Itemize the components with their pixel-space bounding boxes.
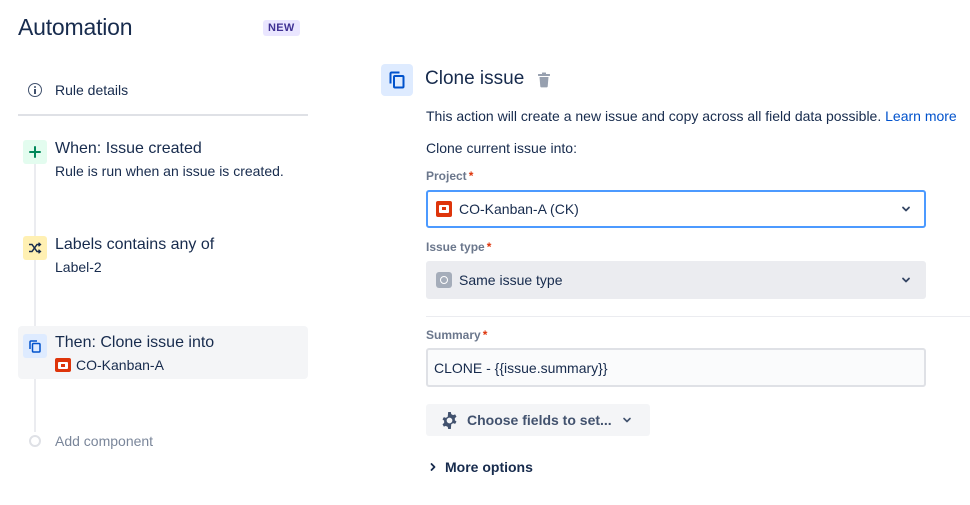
project-icon xyxy=(436,201,452,217)
new-badge: NEW xyxy=(263,20,300,36)
trash-icon[interactable] xyxy=(537,72,551,88)
app-title: Automation xyxy=(18,14,133,40)
project-icon xyxy=(55,357,71,372)
issue-type-label-text: Issue type xyxy=(426,240,485,254)
component-subtitle: Label-2 xyxy=(55,258,102,275)
chevron-down-icon xyxy=(902,277,910,283)
action-title: Clone issue xyxy=(425,68,525,89)
choose-fields-button[interactable]: Choose fields to set... xyxy=(426,404,650,436)
shuffle-icon xyxy=(23,236,47,260)
chevron-right-icon xyxy=(430,463,436,471)
clone-into-label: Clone current issue into: xyxy=(426,140,577,156)
component-condition[interactable]: Labels contains any of Label-2 xyxy=(18,228,308,288)
more-options-label: More options xyxy=(445,459,533,475)
choose-fields-label: Choose fields to set... xyxy=(467,412,612,428)
component-trigger[interactable]: When: Issue created Rule is run when an … xyxy=(18,132,308,192)
project-label: Project * xyxy=(426,169,473,183)
issue-type-select[interactable]: Same issue type xyxy=(426,261,926,299)
issue-type-select-value: Same issue type xyxy=(459,272,563,288)
plus-icon xyxy=(23,140,47,164)
required-marker: * xyxy=(468,169,474,183)
sidebar-divider xyxy=(18,114,308,116)
required-marker: * xyxy=(486,240,492,254)
component-title: Then: Clone issue into xyxy=(55,334,215,351)
component-title: Labels contains any of xyxy=(55,236,215,253)
circle-icon xyxy=(29,435,41,447)
clone-icon xyxy=(381,64,413,96)
chevron-down-icon xyxy=(902,206,910,212)
project-select[interactable]: CO-Kanban-A (CK) xyxy=(426,190,926,228)
add-component-button[interactable]: Add component xyxy=(18,430,308,452)
add-component-label: Add component xyxy=(55,433,154,449)
more-options-toggle[interactable]: More options xyxy=(428,459,533,475)
project-select-value: CO-Kanban-A (CK) xyxy=(459,201,579,217)
learn-more-link[interactable]: Learn more xyxy=(885,108,957,124)
gear-icon xyxy=(442,411,457,429)
component-title: When: Issue created xyxy=(55,140,202,157)
issue-type-label: Issue type * xyxy=(426,240,491,254)
component-subtitle: CO-Kanban-A xyxy=(55,357,214,373)
rule-details-label: Rule details xyxy=(55,82,129,98)
description-text: This action will create a new issue and … xyxy=(426,108,882,124)
component-action[interactable]: Then: Clone issue into CO-Kanban-A xyxy=(18,326,308,379)
info-icon xyxy=(28,83,42,97)
clone-icon xyxy=(23,334,47,358)
issue-type-icon xyxy=(436,272,452,288)
required-marker: * xyxy=(482,328,488,342)
project-label-text: Project xyxy=(426,169,467,183)
project-name: CO-Kanban-A xyxy=(76,356,164,373)
component-subtitle: Rule is run when an issue is created. xyxy=(55,162,284,179)
summary-label: Summary * xyxy=(426,328,487,342)
section-divider xyxy=(426,316,970,317)
timeline-line xyxy=(34,160,36,432)
summary-input[interactable] xyxy=(426,348,926,387)
summary-label-text: Summary xyxy=(426,328,481,342)
chevron-down-icon xyxy=(622,417,631,423)
rule-details-link[interactable]: Rule details xyxy=(18,78,308,102)
action-description: This action will create a new issue and … xyxy=(426,108,957,124)
